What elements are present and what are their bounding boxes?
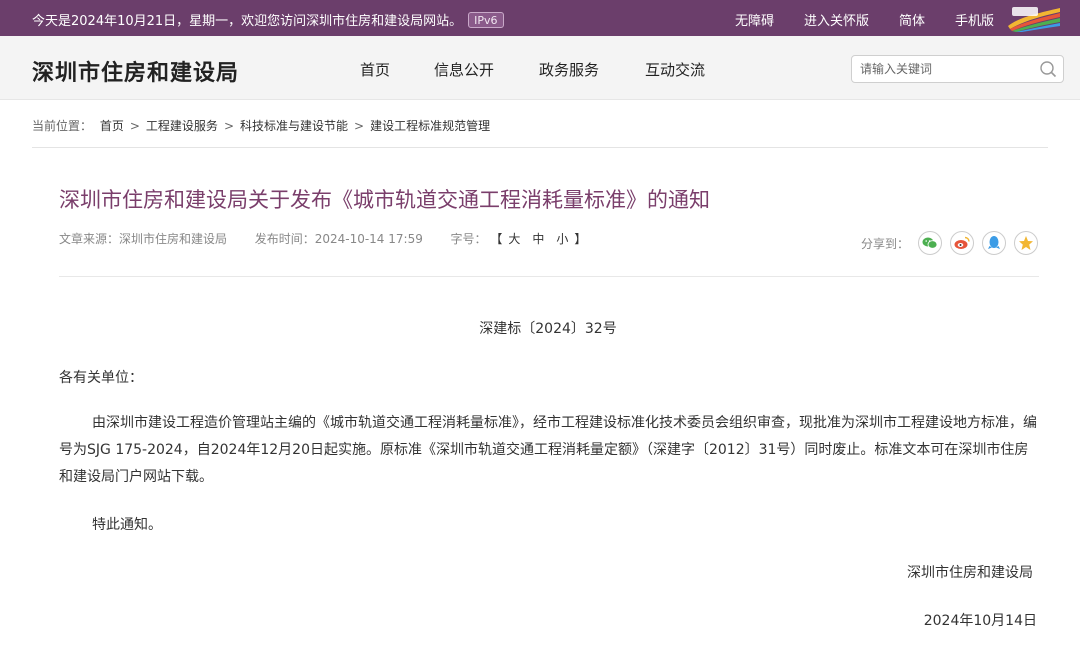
accessibility-link[interactable]: 无障碍 (735, 10, 774, 29)
document-number: 深建标〔2024〕32号 (479, 321, 617, 337)
breadcrumb-divider (32, 147, 1048, 148)
breadcrumb-standards-management[interactable]: 建设工程标准规范管理 (370, 119, 490, 133)
site-title[interactable]: 深圳市住房和建设局 (32, 55, 239, 87)
main-nav: 首页 信息公开 政务服务 互动交流 (360, 59, 705, 80)
breadcrumb-home[interactable]: 首页 (100, 119, 124, 133)
issuer-signature: 深圳市住房和建设局 (907, 565, 1033, 581)
search-input[interactable] (860, 60, 1035, 78)
publish-date: 2024-10-14 17:59 (314, 232, 423, 246)
breadcrumb-tech-standards[interactable]: 科技标准与建设节能 (240, 119, 348, 133)
nav-interaction[interactable]: 互动交流 (645, 59, 705, 80)
font-size-large[interactable]: 大 (508, 232, 520, 246)
font-size-small[interactable]: 小 (556, 232, 568, 246)
font-size-switcher: 【大中小】 (490, 232, 586, 246)
wechat-share-button[interactable] (918, 231, 943, 255)
weibo-icon (954, 236, 970, 249)
simplified-chinese-link[interactable]: 简体 (899, 10, 925, 29)
article-meta: 文章来源：深圳市住房和建设局 发布时间：2024-10-14 17:59 字号：… (59, 230, 586, 247)
qzone-star-icon (1019, 236, 1034, 250)
share-label: 分享到： (861, 236, 910, 251)
ipv6-badge: IPv6 (468, 12, 504, 28)
article-title: 深圳市住房和建设局关于发布《城市轨道交通工程消耗量标准》的通知 (59, 188, 710, 212)
font-size-close-bracket: 】 (574, 232, 587, 246)
weibo-share-button[interactable] (950, 231, 975, 255)
nav-info-disclosure[interactable]: 信息公开 (434, 59, 539, 80)
mobile-version-link[interactable]: 手机版 (955, 10, 994, 29)
article-body-paragraph: 由深圳市建设工程造价管理站主编的《城市轨道交通工程消耗量标准》，经市工程建设标准… (59, 415, 1037, 485)
breadcrumb-separator: > (223, 119, 234, 133)
source-value: 深圳市住房和建设局 (119, 232, 228, 246)
top-links: 无障碍 进入关怀版 简体 手机版 (735, 10, 994, 29)
font-size-open-bracket: 【 (490, 232, 503, 246)
font-size-label: 字号： (450, 232, 487, 246)
meta-divider (59, 276, 1039, 277)
welcome-message: 今天是2024年10月21日，星期一，欢迎您访问深圳市住房和建设局网站。 IPv6 (32, 10, 504, 29)
salutation: 各有关单位： (59, 370, 143, 386)
qq-share-button[interactable] (982, 231, 1007, 255)
signature-date: 2024年10月14日 (923, 613, 1037, 629)
date-label: 发布时间： (254, 232, 315, 246)
breadcrumb-separator: > (354, 119, 365, 133)
breadcrumb: 当前位置： 首页 > 工程建设服务 > 科技标准与建设节能 > 建设工程标准规范管理 (32, 117, 490, 134)
elderly-mode-link[interactable]: 进入关怀版 (804, 10, 869, 29)
shenzhen-logo-icon[interactable] (1004, 4, 1064, 32)
source-label: 文章来源： (59, 232, 120, 246)
nav-home[interactable]: 首页 (360, 59, 434, 80)
breadcrumb-prefix: 当前位置： (32, 119, 93, 133)
welcome-text: 今天是2024年10月21日，星期一，欢迎您访问深圳市住房和建设局网站。 (32, 14, 463, 29)
search-icon[interactable] (1039, 60, 1057, 78)
breadcrumb-separator: > (129, 119, 140, 133)
breadcrumb-engineering-services[interactable]: 工程建设服务 (146, 119, 218, 133)
share-bar: 分享到： (861, 231, 1046, 255)
nav-government-services[interactable]: 政务服务 (539, 59, 645, 80)
font-size-medium[interactable]: 中 (532, 232, 544, 246)
site-header: 深圳市住房和建设局 首页 信息公开 政务服务 互动交流 (0, 36, 1080, 100)
closing-remark: 特此通知。 (92, 517, 162, 533)
qq-icon (988, 236, 1001, 249)
qzone-share-button[interactable] (1014, 231, 1039, 255)
wechat-icon (922, 237, 938, 249)
search-box (851, 55, 1064, 83)
top-utility-bar: 今天是2024年10月21日，星期一，欢迎您访问深圳市住房和建设局网站。 IPv6… (0, 0, 1080, 36)
